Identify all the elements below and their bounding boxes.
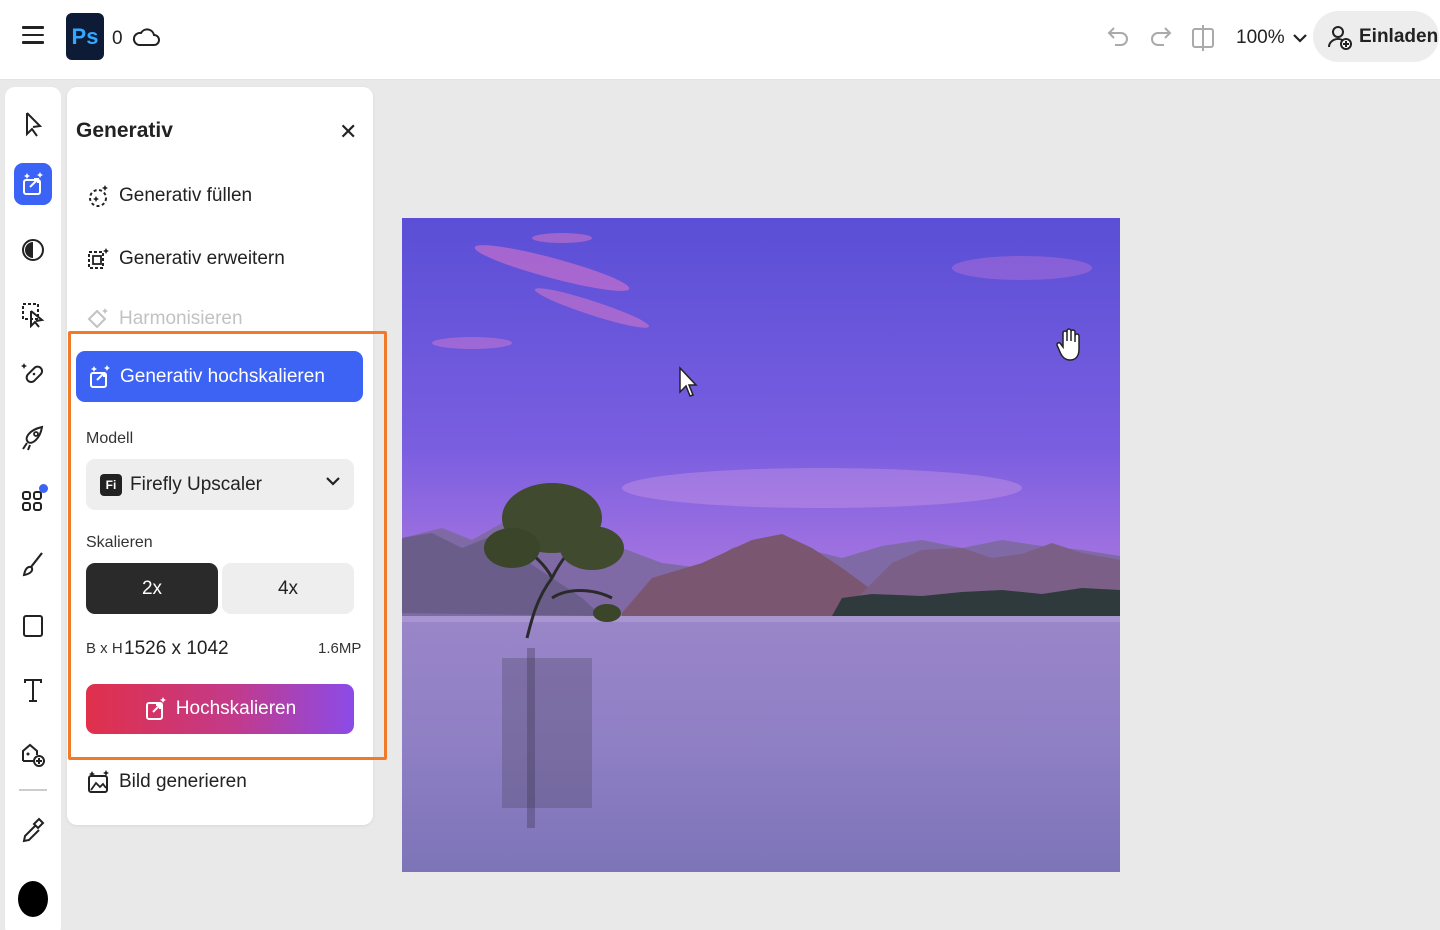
dimensions-value: 1526 x 1042	[124, 638, 229, 659]
upscale-button-label: Hochskalieren	[175, 698, 297, 719]
menu-item-label: Generativ hochskalieren	[120, 365, 325, 387]
dimensions-label: B x H	[86, 640, 123, 657]
foreground-color-swatch[interactable]	[18, 881, 48, 917]
menu-item-label: Generativ erweitern	[119, 248, 285, 269]
menu-icon[interactable]	[22, 26, 44, 48]
shape-icon[interactable]	[14, 605, 52, 647]
add-image-icon[interactable]	[14, 733, 52, 775]
hand-cursor-icon	[1055, 327, 1085, 368]
upscale-sparkle-icon	[145, 697, 166, 720]
chevron-down-icon	[1292, 34, 1307, 43]
undo-icon[interactable]	[1105, 24, 1131, 55]
menu-item-label: Harmonisieren	[119, 308, 243, 329]
scale-4x-button[interactable]: 4x	[222, 563, 354, 614]
generative-upscale-icon	[90, 364, 110, 388]
close-icon[interactable]: ✕	[339, 119, 357, 145]
cloud-icon[interactable]	[132, 24, 160, 55]
zoom-value: 100%	[1236, 27, 1285, 48]
megapixels-value: 1.6MP	[318, 640, 362, 657]
menu-item-label: Bild generieren	[119, 771, 247, 792]
top-bar: Ps 0 100% Einladen	[0, 0, 1440, 80]
notification-dot	[39, 484, 48, 493]
photoshop-logo[interactable]: Ps	[66, 13, 104, 60]
add-user-icon	[1327, 25, 1352, 50]
eyedropper-icon[interactable]	[14, 809, 52, 851]
generative-fill-icon	[89, 185, 108, 207]
rail-divider	[19, 789, 47, 791]
select-subject-icon[interactable]	[14, 293, 52, 335]
healing-icon[interactable]	[14, 353, 52, 395]
redo-icon[interactable]	[1148, 24, 1174, 55]
add-ons-icon[interactable]	[14, 479, 52, 521]
adjust-icon[interactable]	[14, 229, 52, 271]
menu-item-generative-upscale[interactable]: Generativ hochskalieren	[76, 351, 363, 402]
panel-title: Generativ	[76, 119, 173, 142]
model-value: Firefly Upscaler	[130, 473, 262, 495]
model-label: Modell	[86, 430, 134, 447]
chevron-down-icon	[326, 477, 340, 486]
model-dropdown[interactable]: Fi Firefly Upscaler	[86, 459, 354, 510]
zoom-dropdown[interactable]: 100%	[1236, 27, 1307, 49]
invite-label: Einladen	[1359, 25, 1439, 47]
invite-button[interactable]: Einladen	[1313, 11, 1439, 62]
menu-item-generative-expand[interactable]: Generativ erweitern	[87, 242, 285, 276]
upscale-button[interactable]: Hochskalieren	[86, 684, 354, 734]
firefly-badge-icon: Fi	[100, 473, 122, 496]
menu-item-generate-image[interactable]: Bild generieren	[87, 765, 247, 799]
harmonize-icon	[87, 308, 108, 329]
generative-tool-icon[interactable]	[14, 163, 52, 205]
compare-icon[interactable]	[1190, 24, 1216, 57]
generate-image-icon	[88, 770, 109, 793]
text-tool-icon[interactable]	[14, 669, 52, 711]
menu-item-label: Generativ füllen	[119, 185, 253, 206]
select-tool-icon[interactable]	[14, 103, 52, 145]
scale-2x-button[interactable]: 2x	[86, 563, 218, 614]
menu-item-generative-fill[interactable]: Generativ füllen	[87, 179, 252, 213]
canvas-image[interactable]	[402, 218, 1120, 872]
scale-label: Skalieren	[86, 534, 153, 551]
tool-rail	[5, 87, 61, 930]
quick-actions-icon[interactable]	[14, 417, 52, 459]
generative-expand-icon	[88, 248, 109, 269]
brush-icon[interactable]	[14, 543, 52, 585]
menu-item-harmonize: Harmonisieren	[87, 302, 243, 336]
mouse-pointer-icon	[678, 366, 698, 405]
document-count: 0	[112, 28, 123, 49]
